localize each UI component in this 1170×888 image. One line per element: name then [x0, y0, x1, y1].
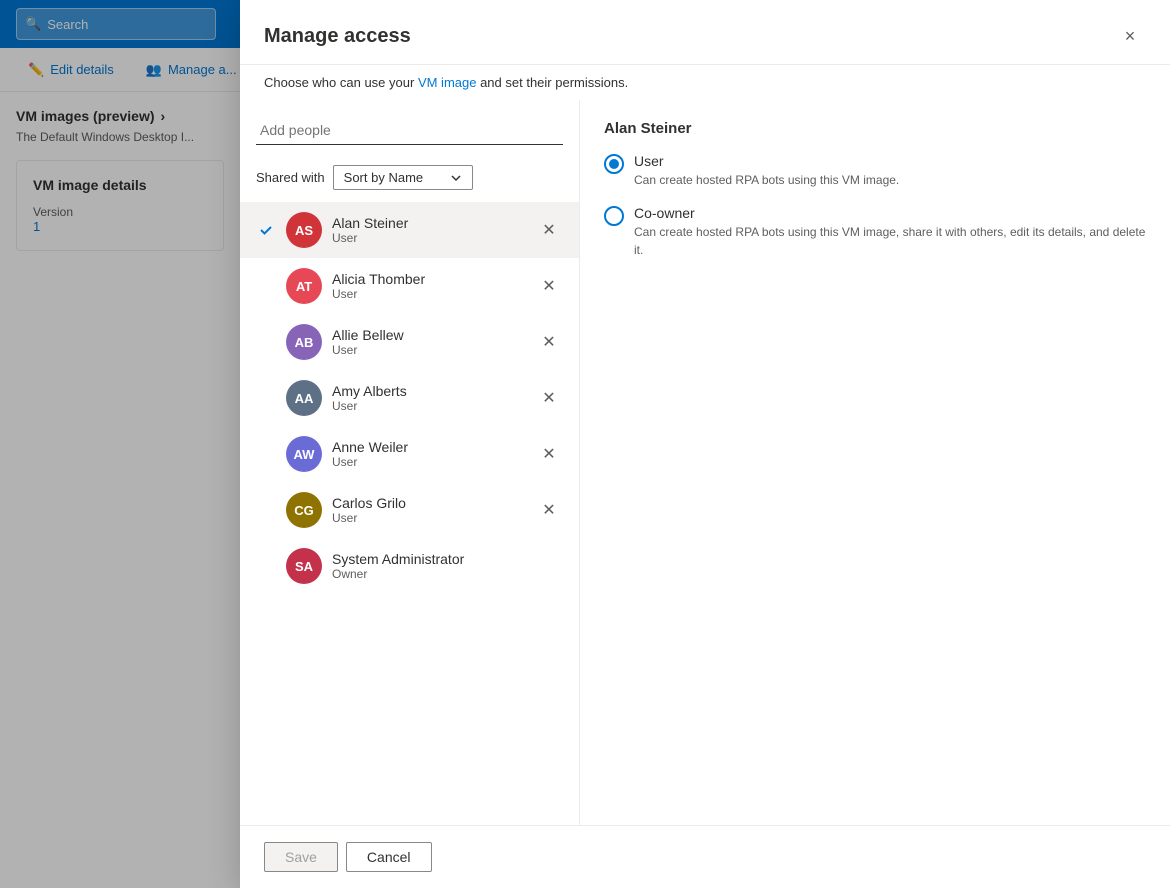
- permission-label: Co-owner: [634, 205, 1146, 221]
- person-info: Alicia ThomberUser: [332, 271, 525, 301]
- person-name: System Administrator: [332, 551, 563, 567]
- person-info: Carlos GriloUser: [332, 495, 525, 525]
- modal-header: Manage access ×: [240, 0, 1170, 65]
- avatar: CG: [286, 492, 322, 528]
- chevron-down-icon: [450, 172, 462, 184]
- person-name: Amy Alberts: [332, 383, 525, 399]
- person-info: Allie BellewUser: [332, 327, 525, 357]
- modal-subtitle: Choose who can use your VM image and set…: [240, 65, 1170, 100]
- close-icon: ×: [1125, 26, 1136, 47]
- list-item[interactable]: AB Allie BellewUser ✕: [240, 314, 579, 370]
- person-name: Alan Steiner: [332, 215, 525, 231]
- save-button[interactable]: Save: [264, 842, 338, 872]
- radio-button[interactable]: [604, 154, 624, 174]
- avatar: SA: [286, 548, 322, 584]
- person-name: Alicia Thomber: [332, 271, 525, 287]
- list-item[interactable]: CG Carlos GriloUser ✕: [240, 482, 579, 538]
- person-role: User: [332, 511, 525, 525]
- person-role: User: [332, 343, 525, 357]
- person-info: Anne WeilerUser: [332, 439, 525, 469]
- remove-person-button[interactable]: ✕: [535, 328, 563, 356]
- permissions-list: User Can create hosted RPA bots using thi…: [604, 153, 1146, 259]
- shared-with-row: Shared with Sort by Name: [240, 157, 579, 198]
- person-info: System AdministratorOwner: [332, 551, 563, 581]
- modal-close-button[interactable]: ×: [1114, 20, 1146, 52]
- person-check-icon: [256, 222, 276, 238]
- permission-option[interactable]: Co-owner Can create hosted RPA bots using…: [604, 205, 1146, 259]
- permission-label: User: [634, 153, 1146, 169]
- permission-text: Co-owner Can create hosted RPA bots using…: [634, 205, 1146, 259]
- radio-button[interactable]: [604, 206, 624, 226]
- avatar: AT: [286, 268, 322, 304]
- add-people-input[interactable]: [256, 116, 563, 145]
- person-role: User: [332, 399, 525, 413]
- remove-person-button[interactable]: ✕: [535, 496, 563, 524]
- remove-person-button[interactable]: ✕: [535, 272, 563, 300]
- remove-person-button[interactable]: ✕: [535, 216, 563, 244]
- shared-with-label: Shared with: [256, 170, 325, 185]
- remove-person-button[interactable]: ✕: [535, 440, 563, 468]
- person-role: User: [332, 287, 525, 301]
- sort-label: Sort by Name: [344, 170, 423, 185]
- manage-access-modal: Manage access × Choose who can use your …: [240, 0, 1170, 888]
- people-panel: Shared with Sort by Name ASAlan SteinerU…: [240, 100, 580, 825]
- sort-dropdown[interactable]: Sort by Name: [333, 165, 473, 190]
- modal-footer: Save Cancel: [240, 825, 1170, 888]
- permission-text: User Can create hosted RPA bots using thi…: [634, 153, 1146, 189]
- person-info: Alan SteinerUser: [332, 215, 525, 245]
- list-item[interactable]: AT Alicia ThomberUser ✕: [240, 258, 579, 314]
- modal-body: Shared with Sort by Name ASAlan SteinerU…: [240, 100, 1170, 825]
- person-name: Carlos Grilo: [332, 495, 525, 511]
- avatar: AS: [286, 212, 322, 248]
- avatar: AA: [286, 380, 322, 416]
- permission-description: Can create hosted RPA bots using this VM…: [634, 171, 1146, 189]
- permission-description: Can create hosted RPA bots using this VM…: [634, 223, 1146, 259]
- person-role: Owner: [332, 567, 563, 581]
- cancel-button[interactable]: Cancel: [346, 842, 432, 872]
- person-name: Anne Weiler: [332, 439, 525, 455]
- remove-person-button[interactable]: ✕: [535, 384, 563, 412]
- people-list: ASAlan SteinerUser✕ATAlicia ThomberUser✕…: [240, 202, 579, 809]
- avatar: AB: [286, 324, 322, 360]
- avatar: AW: [286, 436, 322, 472]
- person-role: User: [332, 455, 525, 469]
- list-item[interactable]: AW Anne WeilerUser ✕: [240, 426, 579, 482]
- person-role: User: [332, 231, 525, 245]
- selected-person-name: Alan Steiner: [604, 120, 1146, 137]
- list-item[interactable]: AS Alan SteinerUser ✕: [240, 202, 579, 258]
- modal-title: Manage access: [264, 25, 411, 48]
- permission-option[interactable]: User Can create hosted RPA bots using thi…: [604, 153, 1146, 189]
- radio-inner: [609, 159, 619, 169]
- list-item[interactable]: AA Amy AlbertsUser ✕: [240, 370, 579, 426]
- permissions-panel: Alan Steiner User Can create hosted RPA b…: [580, 100, 1170, 825]
- person-name: Allie Bellew: [332, 327, 525, 343]
- list-item[interactable]: SA System AdministratorOwner: [240, 538, 579, 594]
- person-info: Amy AlbertsUser: [332, 383, 525, 413]
